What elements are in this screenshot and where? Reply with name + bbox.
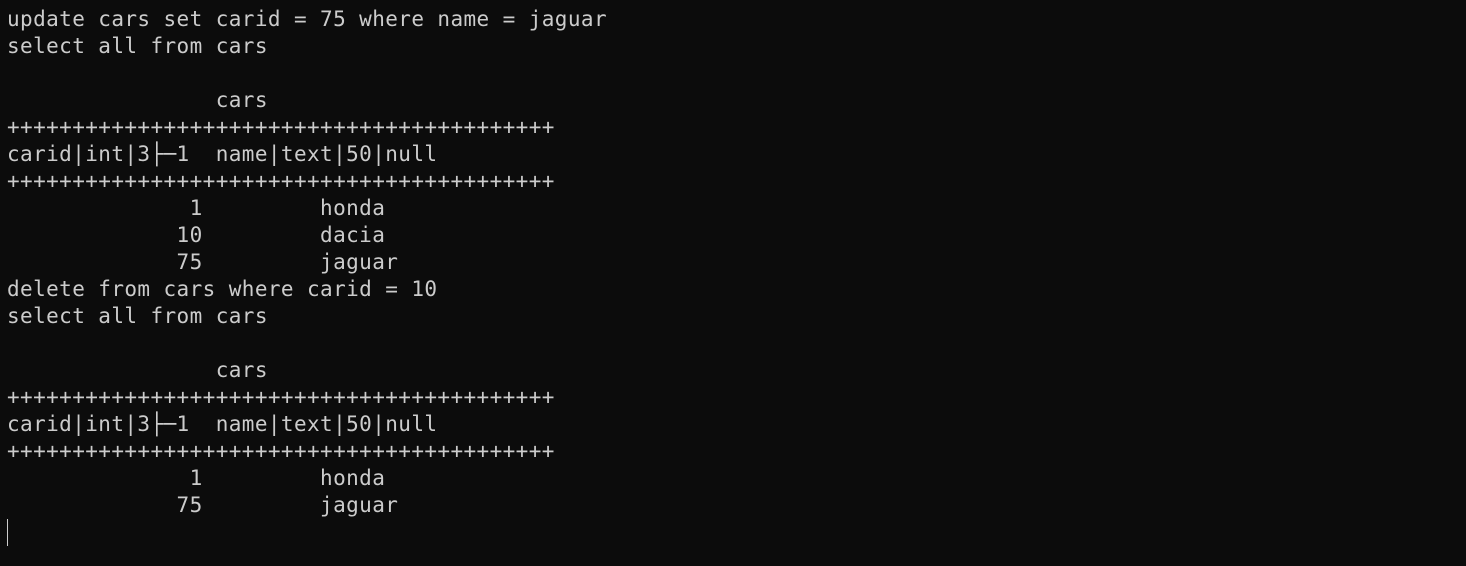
command-select: select all from cars (7, 34, 268, 58)
command-delete: delete from cars where carid = 10 (7, 277, 438, 301)
command-select: select all from cars (7, 304, 268, 328)
table-border: ++++++++++++++++++++++++++++++++++++++++… (7, 115, 555, 139)
table-row: 1 honda (7, 466, 386, 490)
table-row: 75 jaguar (7, 493, 399, 517)
table-border: ++++++++++++++++++++++++++++++++++++++++… (7, 439, 555, 463)
terminal-window[interactable]: update cars set carid = 75 where name = … (0, 0, 1466, 566)
table-row: 10 dacia (7, 223, 386, 247)
text-cursor[interactable] (7, 519, 8, 546)
table-title: cars (7, 358, 268, 382)
table-row: 1 honda (7, 196, 386, 220)
table-border: ++++++++++++++++++++++++++++++++++++++++… (7, 385, 555, 409)
table-header: carid|int|3├─1 name|text|50|null (7, 142, 438, 166)
table-header: carid|int|3├─1 name|text|50|null (7, 412, 438, 436)
table-border: ++++++++++++++++++++++++++++++++++++++++… (7, 169, 555, 193)
table-title: cars (7, 88, 268, 112)
command-update: update cars set carid = 75 where name = … (7, 7, 607, 31)
table-row: 75 jaguar (7, 250, 399, 274)
